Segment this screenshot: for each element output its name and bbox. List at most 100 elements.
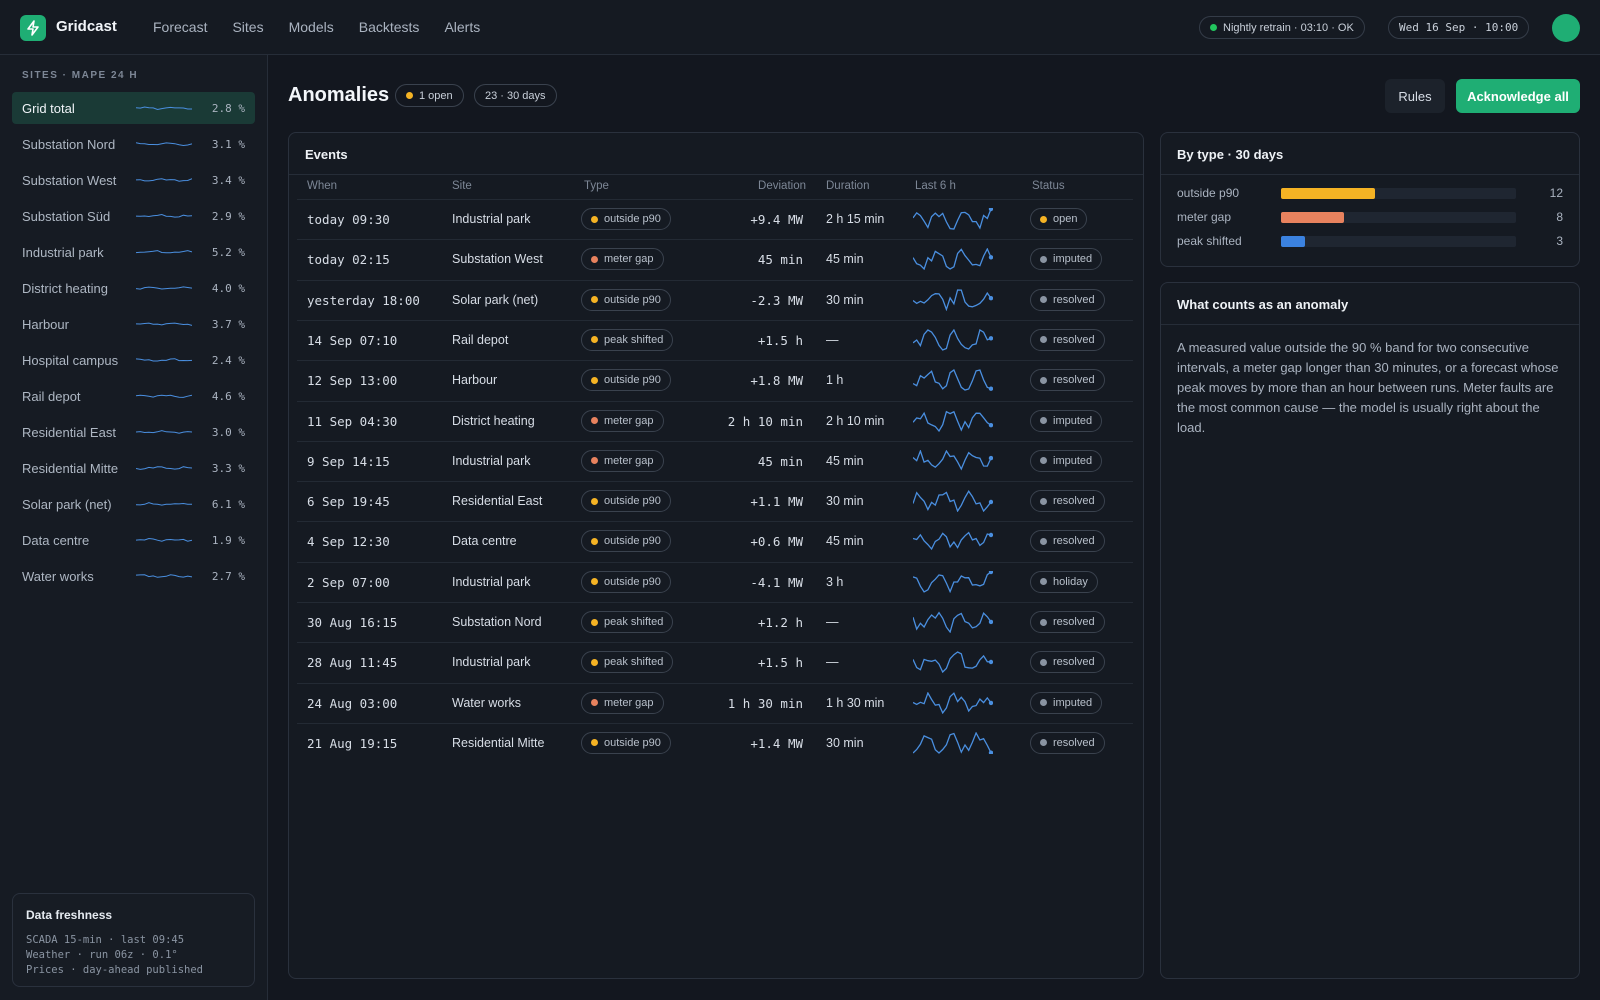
status-badge[interactable]: resolved <box>1030 611 1105 633</box>
nav-backtests[interactable]: Backtests <box>359 19 420 35</box>
type-bar-count: 12 <box>1549 186 1563 200</box>
table-row[interactable]: 6 Sep 19:45 Residential East outside p90 +1… <box>297 481 1133 521</box>
site-item[interactable]: Industrial park 5.2 % <box>12 236 255 268</box>
status-badge[interactable]: resolved <box>1030 369 1105 392</box>
table-row[interactable]: 28 Aug 11:45 Industrial park peak shifted +… <box>297 642 1133 682</box>
type-badge[interactable]: peak shifted <box>581 611 674 633</box>
event-when: 28 Aug 11:45 <box>307 655 398 671</box>
type-badge[interactable]: outside p90 <box>581 369 671 392</box>
col-when[interactable]: When <box>307 180 337 192</box>
event-sparkline <box>913 248 993 271</box>
table-row[interactable]: 14 Sep 07:10 Rail depot peak shifted +1.5 h… <box>297 319 1133 360</box>
col-last-6h[interactable]: Last 6 h <box>915 180 956 192</box>
table-row[interactable]: today 02:15 Substation West meter gap 45 mi… <box>297 239 1133 279</box>
table-row[interactable]: 12 Sep 13:00 Harbour outside p90 +1.8 MW 1 h… <box>297 360 1133 400</box>
logo[interactable] <box>20 15 46 41</box>
type-badge[interactable]: outside p90 <box>581 288 671 311</box>
table-row[interactable]: 2 Sep 07:00 Industrial park outside p90 -4.… <box>297 561 1133 602</box>
table-row[interactable]: 24 Aug 03:00 Water works meter gap 1 h 30 m… <box>297 682 1133 723</box>
status-badge[interactable]: resolved <box>1030 731 1105 754</box>
status-badge[interactable]: imputed <box>1030 248 1103 271</box>
status-badge[interactable]: imputed <box>1030 409 1103 432</box>
col-deviation[interactable]: Deviation <box>758 180 806 192</box>
table-row[interactable]: 11 Sep 04:30 District heating meter gap 2 h… <box>297 400 1133 441</box>
type-badge[interactable]: meter gap <box>581 248 664 271</box>
status-badge[interactable]: open <box>1030 208 1088 230</box>
type-badge[interactable]: peak shifted <box>581 651 674 674</box>
site-item[interactable]: Grid total 2.8 % <box>12 92 255 124</box>
status-badge[interactable]: resolved <box>1030 490 1105 513</box>
datetime-pill[interactable]: Wed 16 Sep · 10:00 <box>1388 16 1530 39</box>
open-badge[interactable]: 1 open <box>395 84 464 107</box>
type-dot <box>591 739 598 747</box>
site-item[interactable]: Residential Mitte 3.3 % <box>12 452 255 484</box>
status-badge[interactable]: resolved <box>1030 530 1105 553</box>
type-bar-track <box>1281 212 1516 223</box>
nav-models[interactable]: Models <box>289 19 334 35</box>
site-item[interactable]: Substation Nord 3.1 % <box>12 128 255 160</box>
avatar[interactable] <box>1552 14 1580 42</box>
sparkline-path <box>136 430 192 434</box>
status-badge[interactable]: holiday <box>1030 570 1098 593</box>
type-badge[interactable]: outside p90 <box>581 570 671 593</box>
site-item[interactable]: Residential East 3.0 % <box>12 416 255 448</box>
site-item[interactable]: Substation West 3.4 % <box>12 164 255 196</box>
site-sparkline <box>136 106 192 111</box>
nav-alerts[interactable]: Alerts <box>444 19 480 35</box>
table-row[interactable]: 30 Aug 16:15 Substation Nord peak shifted +… <box>297 602 1133 642</box>
table-row[interactable]: 4 Sep 12:30 Data centre outside p90 +0.6 MW… <box>297 521 1133 561</box>
col-type[interactable]: Type <box>584 180 609 192</box>
site-mape: 3.0 % <box>211 425 245 439</box>
col-site[interactable]: Site <box>452 180 472 192</box>
site-item[interactable]: Substation Süd 2.9 % <box>12 200 255 232</box>
status-dot <box>1040 658 1047 666</box>
event-duration: 45 min <box>826 534 864 549</box>
site-item[interactable]: Hospital campus 2.4 % <box>12 344 255 376</box>
site-item[interactable]: Water works 2.7 % <box>12 560 255 592</box>
type-badge[interactable]: outside p90 <box>581 490 671 513</box>
sparkline-path <box>913 691 992 714</box>
sparkline-path <box>913 208 992 230</box>
status-badge[interactable]: imputed <box>1030 691 1103 714</box>
type-badge[interactable]: outside p90 <box>581 208 671 230</box>
nav-sites[interactable]: Sites <box>232 19 263 35</box>
sparkline-path <box>913 288 992 311</box>
site-mape: 4.6 % <box>211 389 245 403</box>
site-item[interactable]: District heating 4.0 % <box>12 272 255 304</box>
nav-forecast[interactable]: Forecast <box>153 19 207 35</box>
site-mape: 2.8 % <box>211 101 245 115</box>
type-badge[interactable]: meter gap <box>581 409 664 432</box>
table-row[interactable]: today 09:30 Industrial park outside p90 +9.… <box>297 199 1133 239</box>
event-sparkline <box>913 611 993 633</box>
site-item[interactable]: Data centre 1.9 % <box>12 524 255 556</box>
rules-button[interactable]: Rules <box>1385 79 1445 113</box>
site-item[interactable]: Solar park (net) 6.1 % <box>12 488 255 520</box>
type-badge[interactable]: outside p90 <box>581 530 671 553</box>
table-row[interactable]: yesterday 18:00 Solar park (net) outside p… <box>297 279 1133 320</box>
status-badge[interactable]: imputed <box>1030 449 1103 472</box>
count-badge[interactable]: 23 · 30 days <box>474 84 557 107</box>
site-item[interactable]: Rail depot 4.6 % <box>12 380 255 412</box>
sparkline-path <box>136 394 192 398</box>
retrain-status[interactable]: Nightly retrain · 03:10 · OK <box>1199 16 1365 39</box>
count-badge-text: 23 · 30 days <box>485 89 546 102</box>
table-row[interactable]: 21 Aug 19:15 Residential Mitte outside p90… <box>297 722 1133 763</box>
site-name: Grid total <box>22 100 75 116</box>
col-status[interactable]: Status <box>1032 180 1065 192</box>
definition-panel: What counts as an anomaly A measured val… <box>1160 282 1580 979</box>
event-site: Substation Nord <box>452 615 542 629</box>
site-item[interactable]: Harbour 3.7 % <box>12 308 255 340</box>
acknowledge-all-button[interactable]: Acknowledge all <box>1456 79 1580 113</box>
status-badge[interactable]: resolved <box>1030 288 1105 311</box>
status-badge[interactable]: resolved <box>1030 651 1105 674</box>
freshness-scada: SCADA 15-min · last 09:45 <box>26 934 185 946</box>
type-dot <box>591 578 598 586</box>
type-badge[interactable]: outside p90 <box>581 731 671 754</box>
type-label: peak shifted <box>604 333 664 346</box>
type-badge[interactable]: peak shifted <box>581 328 674 351</box>
type-badge[interactable]: meter gap <box>581 691 664 714</box>
table-row[interactable]: 9 Sep 14:15 Industrial park meter gap 45 mi… <box>297 440 1133 481</box>
col-duration[interactable]: Duration <box>826 180 869 192</box>
status-badge[interactable]: resolved <box>1030 328 1105 351</box>
type-badge[interactable]: meter gap <box>581 449 664 472</box>
